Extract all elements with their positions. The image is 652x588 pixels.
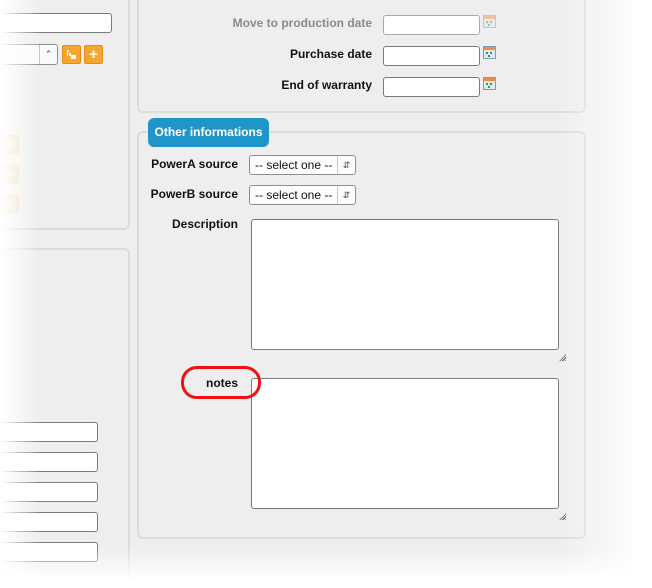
powerb-source-select[interactable]: -- select one -- ⇵ [249,185,356,205]
add-icon: + [5,136,14,153]
left-input-1[interactable] [0,422,98,442]
purchase-date-input[interactable] [383,46,480,66]
description-label: Description [171,217,238,231]
notes-highlight-annotation [181,366,261,399]
select-arrows-icon: ⇵ [337,186,355,204]
add-button-faded-1[interactable]: + [0,135,19,154]
select-arrows-icon: ⌃ [39,45,57,64]
end-of-warranty-input[interactable] [383,77,480,97]
left-select[interactable]: ⌃ [0,44,58,65]
left-panel-bottom [0,248,130,588]
tree-icon [67,50,76,59]
left-input-2[interactable] [0,452,98,472]
notes-textarea[interactable] [251,378,559,509]
other-informations-title: Other informations [148,118,269,147]
left-text-input[interactable] [0,13,112,33]
add-button-faded-3[interactable]: + [0,195,19,214]
page-background: ⌃ + + + + Move to production date Purcha [0,0,632,588]
powerb-source-label: PowerB source [150,187,238,201]
move-to-production-label: Move to production date [232,16,372,30]
left-column: ⌃ + + + + [0,0,132,588]
left-input-4[interactable] [0,512,98,532]
tree-button[interactable] [62,45,81,64]
add-icon: + [89,46,98,63]
move-to-production-input[interactable] [383,15,480,35]
end-of-warranty-label: End of warranty [281,78,372,92]
powera-source-label: PowerA source [151,157,238,171]
purchase-date-label: Purchase date [289,47,372,61]
powerb-source-value: -- select one -- [255,188,333,202]
calendar-icon[interactable] [483,15,496,28]
powera-source-select[interactable]: -- select one -- ⇵ [249,155,356,175]
select-arrows-icon: ⇵ [337,156,355,174]
powera-source-value: -- select one -- [255,158,333,172]
description-textarea[interactable] [251,219,559,350]
left-input-3[interactable] [0,482,98,502]
add-icon: + [5,196,14,213]
calendar-icon[interactable] [483,46,496,59]
add-button-faded-2[interactable]: + [0,165,19,184]
left-input-5[interactable] [0,542,98,562]
add-button[interactable]: + [84,45,103,64]
left-panel-top [0,0,130,230]
calendar-icon[interactable] [483,77,496,90]
add-icon: + [5,166,14,183]
